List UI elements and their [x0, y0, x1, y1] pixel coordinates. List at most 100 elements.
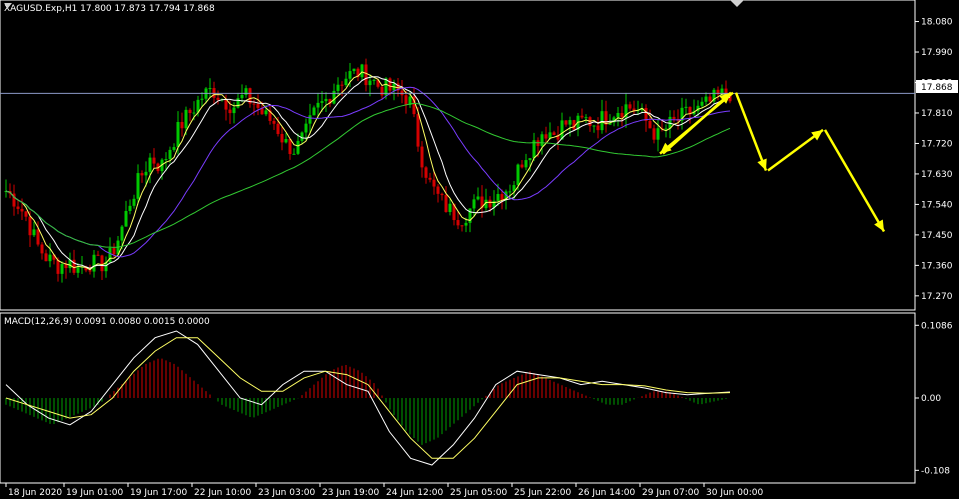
time-tick-label: 24 Jun 12:00 [386, 488, 443, 498]
candle-body [516, 164, 520, 186]
candle-body [352, 68, 356, 72]
candle-body [96, 254, 100, 256]
candle-body [704, 96, 708, 102]
candle-body [296, 140, 300, 154]
candle-body [500, 194, 504, 201]
candle-body [596, 125, 600, 131]
candle-body [520, 164, 524, 168]
candle-body [460, 225, 464, 227]
time-tick-label: 25 Jun 22:00 [514, 488, 571, 498]
candle-body [148, 157, 152, 172]
candle-body [124, 211, 128, 227]
candle-body [416, 114, 420, 147]
candle-body [312, 107, 316, 116]
candle-body [488, 199, 492, 208]
candle-body [100, 255, 104, 272]
price-tick-label: 17.630 [921, 170, 953, 180]
candle-body [684, 106, 688, 108]
candle-body [244, 88, 248, 95]
candle-body [472, 199, 476, 209]
price-tick-label: 17.540 [921, 200, 953, 210]
candle-body [92, 254, 96, 272]
candle-body [436, 186, 440, 194]
candle-body [524, 160, 528, 168]
candle-body [276, 123, 280, 134]
macd-tick-label: -0.108 [921, 466, 950, 476]
candle-body [540, 134, 544, 146]
candle-body [60, 263, 64, 274]
price-tick-label: 17.810 [921, 109, 953, 119]
price-tick-label: 17.270 [921, 292, 953, 302]
candle-body [192, 112, 196, 114]
candle-body [320, 101, 324, 103]
candle-body [308, 115, 312, 124]
candle-body [112, 248, 116, 255]
candle-body [700, 101, 704, 106]
current-price-text: 17.868 [921, 83, 953, 93]
macd-axis: 0.1086 0.00 -0.108 [915, 321, 953, 476]
candle-body [432, 179, 436, 187]
time-tick-label: 26 Jun 14:00 [578, 488, 635, 498]
candle-body [672, 116, 676, 119]
price-tick-label: 17.990 [921, 48, 953, 58]
candle-body [564, 120, 568, 125]
time-tick-label: 22 Jun 10:00 [194, 488, 251, 498]
candle-body [288, 139, 292, 155]
macd-tick-label: 0.00 [921, 394, 941, 404]
candle-body [20, 208, 24, 212]
candle-body [272, 120, 276, 124]
candle-body [168, 149, 172, 160]
candle-body [120, 226, 124, 241]
candle-body [208, 88, 212, 90]
candle-body [24, 211, 28, 217]
candle-body [44, 253, 48, 262]
candle-body [664, 128, 668, 130]
candle-body [200, 98, 204, 100]
candle-body [304, 123, 308, 133]
price-axis: 18.08017.99017.90017.81017.72017.63017.5… [915, 18, 953, 302]
main-panel: XAGUSD.Exp,H1 17.800 17.873 17.794 17.86… [0, 0, 958, 311]
candle-body [164, 159, 168, 161]
price-tick-label: 17.360 [921, 261, 953, 271]
candle-body [372, 79, 376, 81]
candle-body [140, 173, 144, 176]
candle-body [644, 108, 648, 121]
candle-body [16, 206, 20, 209]
time-tick-label: 23 Jun 19:00 [322, 488, 379, 498]
candle-body [580, 115, 584, 118]
candle-body [152, 157, 156, 164]
macd-panel: MACD(12,26,9) 0.0091 0.0080 0.0015 0.000… [0, 312, 953, 484]
candle-body [420, 146, 424, 168]
candle-body [240, 94, 244, 99]
candle-body [616, 112, 620, 118]
time-tick-label: 30 Jun 00:00 [706, 488, 763, 498]
candle-body [344, 78, 348, 85]
candle-body [172, 147, 176, 150]
candle-body [132, 198, 136, 206]
candle-body [440, 193, 444, 196]
candle-body [428, 177, 432, 180]
price-tick-label: 18.080 [921, 18, 953, 28]
candle-body [144, 171, 148, 176]
candle-body [340, 84, 344, 86]
candle-body [264, 110, 268, 115]
candle-body [364, 64, 368, 86]
candle-body [176, 121, 180, 148]
candle-body [592, 125, 596, 127]
candle-body [36, 229, 40, 245]
candle-body [368, 80, 372, 86]
candle-body [184, 109, 188, 129]
candle-body [228, 109, 232, 114]
candle-body [620, 112, 624, 118]
time-axis: 18 Jun 2020 19 Jun 01:00 19 Jun 17:00 22 Ju… [5, 483, 763, 498]
candle-body [316, 102, 320, 108]
time-tick-label: 25 Jun 05:00 [450, 488, 507, 498]
candle-body [348, 71, 352, 79]
candle-body [552, 132, 556, 135]
candle-body [648, 120, 652, 129]
price-tick-label: 17.720 [921, 139, 953, 149]
candle-body [40, 244, 44, 254]
main-panel-border [0, 0, 916, 311]
candle-body [464, 222, 468, 226]
candle-body [32, 229, 36, 236]
